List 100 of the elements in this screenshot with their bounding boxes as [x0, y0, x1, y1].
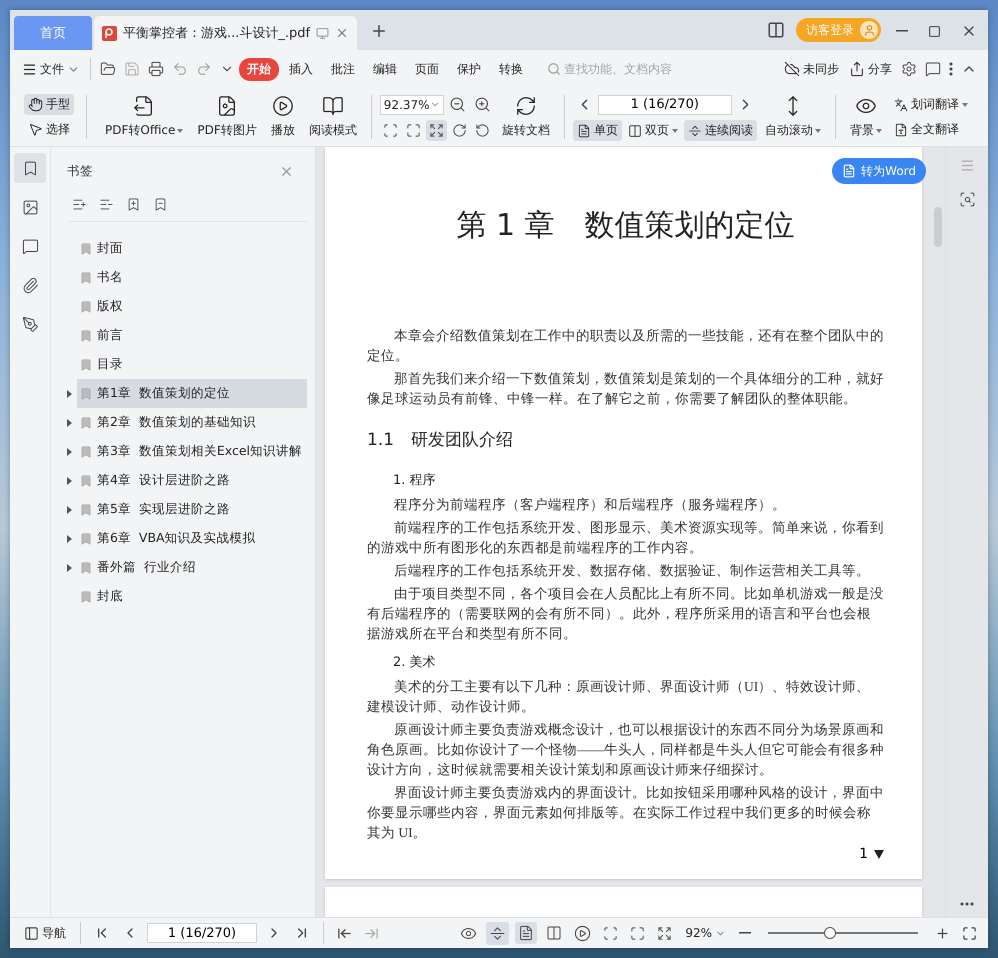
menu-tab[interactable]: 批注	[323, 58, 363, 80]
bookmark-item[interactable]: 版权	[77, 292, 307, 321]
expand-arrow-icon[interactable]	[67, 448, 72, 456]
image-icon	[22, 198, 38, 216]
chat-icon	[925, 61, 941, 77]
hand-tool[interactable]: 手型	[24, 94, 74, 115]
menu-icon	[960, 158, 974, 173]
bookmark-item[interactable]: 番外篇 行业介绍	[77, 553, 307, 582]
auto-scroll-button[interactable]: 自动滚动	[758, 93, 827, 141]
menu-tab[interactable]: 转换	[491, 58, 531, 80]
monitor-icon[interactable]	[316, 26, 330, 40]
zoom-out-icon	[448, 96, 466, 113]
bookmark-item[interactable]: 第5章 实现层进阶之路	[77, 495, 307, 524]
expand-arrow-icon[interactable]	[67, 390, 72, 398]
bookmark-item[interactable]: 第6章 VBA知识及实战模拟	[77, 524, 307, 553]
caret-icon	[876, 128, 882, 132]
file-menu[interactable]: 文件	[18, 58, 84, 80]
printer-icon	[148, 61, 164, 77]
bookmark-item[interactable]: 书名	[77, 263, 307, 292]
menu-icon	[22, 62, 37, 76]
menu-tab[interactable]: 编辑	[365, 58, 405, 80]
arrow-right-icon	[364, 926, 379, 940]
frame-icon	[603, 926, 618, 940]
select-tool[interactable]: 选择	[24, 119, 74, 140]
rotate-icon	[474, 123, 490, 138]
paragraph: 美术的分工主要有以下几种：原画设计师、界面设计师（UI）、特效设计师、建模设计师、动作设计师。	[367, 678, 872, 716]
full-translate-button[interactable]: 全文翻译	[890, 119, 972, 140]
more-icon	[960, 902, 974, 906]
expand-arrow-icon[interactable]	[67, 476, 72, 484]
cursor-icon	[28, 122, 43, 137]
avatar-icon	[860, 21, 878, 39]
paperclip-icon	[22, 276, 38, 294]
navigation-button[interactable]: 导航	[20, 922, 70, 944]
search-icon	[547, 62, 561, 76]
expand-arrow-icon[interactable]	[67, 418, 72, 426]
page-number-field[interactable]: 1 (16/270)	[147, 923, 257, 943]
word-translate-button[interactable]: 划词翻译	[890, 94, 972, 115]
toolbar-button[interactable]: 播放	[264, 93, 301, 141]
search-field[interactable]: 查找功能、文档内容	[547, 62, 697, 76]
tab[interactable]: 平衡掌控者：游戏...斗设计_.pdf	[94, 16, 358, 50]
double-page-button[interactable]: 双页	[624, 120, 682, 141]
zoom-dropdown[interactable]: 92%	[681, 924, 730, 942]
slider-thumb[interactable]	[824, 927, 836, 939]
columns-icon	[767, 21, 785, 39]
continuous-view-button[interactable]	[486, 922, 510, 944]
bookmark-item[interactable]: 第4章 设计层进阶之路	[77, 466, 307, 495]
paragraph: 那首先我们来介绍一下数值策划，数值策划是策划的一个具体细分的工种，就好像足球运动员有前锋、中锋一样。在了解它之前，你需要了解团队的整体职能。	[367, 370, 884, 408]
rotate-icon	[514, 95, 537, 117]
expand-arrow-icon[interactable]	[67, 564, 72, 572]
toolbar-button[interactable]: 阅读模式	[302, 93, 363, 141]
expand-icon	[428, 123, 444, 138]
bookmark-item[interactable]: 第2章 数值策划的基础知识	[77, 408, 307, 437]
single-page-button[interactable]: 单页	[572, 120, 622, 141]
hand-icon	[28, 97, 43, 112]
bookmark-icon	[79, 386, 93, 400]
scrollbar-thumb[interactable]	[934, 207, 942, 247]
rotate-document-button[interactable]: 旋转文档	[496, 93, 556, 141]
background-button[interactable]: 背景	[844, 93, 888, 141]
open-book-icon	[322, 95, 344, 117]
bookmark-item[interactable]: 封底	[77, 582, 307, 611]
zoom-dropdown[interactable]: 92.37%	[380, 94, 444, 114]
page-icon	[576, 124, 591, 138]
search-icon	[958, 191, 976, 208]
undo-icon	[172, 61, 188, 77]
menu-tab[interactable]: 页面	[407, 58, 447, 80]
sync-button[interactable]: 未同步	[780, 58, 843, 80]
bookmark-item[interactable]: 前言	[77, 321, 307, 350]
paragraph: 本章会介绍数值策划在工作中的职责以及所需的一些技能，还有在整个团队中的定位。	[367, 327, 884, 365]
play-icon	[574, 924, 592, 942]
expand-arrow-icon[interactable]	[67, 506, 72, 514]
expand-arrow-icon[interactable]	[67, 534, 72, 542]
paragraph: 程序分为前端程序（客户端程序）和后端程序（服务端程序）。	[393, 496, 787, 514]
bookmark-item[interactable]: 目录	[77, 350, 307, 379]
list-minus-icon	[99, 197, 114, 212]
menu-tab[interactable]: 开始	[239, 58, 279, 80]
fit-width-button[interactable]	[426, 120, 447, 141]
bookmark-item[interactable]: 封面	[77, 234, 307, 263]
bookmark-icon	[79, 242, 93, 256]
pen-icon	[22, 316, 38, 332]
bookmark-icon	[79, 270, 93, 284]
minus-icon	[739, 932, 751, 934]
bookmark-item[interactable]: 第1章 数值策划的定位	[77, 379, 307, 408]
toolbar-button[interactable]: PDF转图片	[191, 93, 263, 141]
bookmark-icon	[79, 300, 93, 314]
share-button[interactable]: 分享	[845, 58, 896, 80]
subsection-heading: 2. 美术	[393, 654, 437, 671]
continuous-read-button[interactable]: 连续阅读	[684, 120, 757, 141]
bookmark-item[interactable]: 第3章 数值策划相关Excel知识讲解	[77, 437, 307, 466]
menu-tab[interactable]: 插入	[281, 58, 321, 80]
toolbar-button[interactable]: PDF转Office	[99, 93, 190, 141]
bookmark-icon	[79, 416, 93, 430]
panel-icon	[24, 926, 39, 940]
paragraph: 界面设计师主要负责游戏内的界面设计。比如按钮采用哪种风格的设计，界面中你要显示哪些内容，界面元素如何排版等。在实际工作过程中我们更多的时候会称其为 UI。	[367, 784, 884, 842]
single-page-button[interactable]	[515, 922, 538, 944]
bookmark-icon	[79, 590, 93, 604]
bookmark-panel-button[interactable]	[14, 153, 46, 183]
bookmark-icon	[79, 474, 93, 488]
page-number-field[interactable]: 1 (16/270)	[598, 94, 732, 114]
convert-to-word-button[interactable]: 转为Word	[832, 158, 926, 184]
menu-tab[interactable]: 保护	[449, 58, 489, 80]
